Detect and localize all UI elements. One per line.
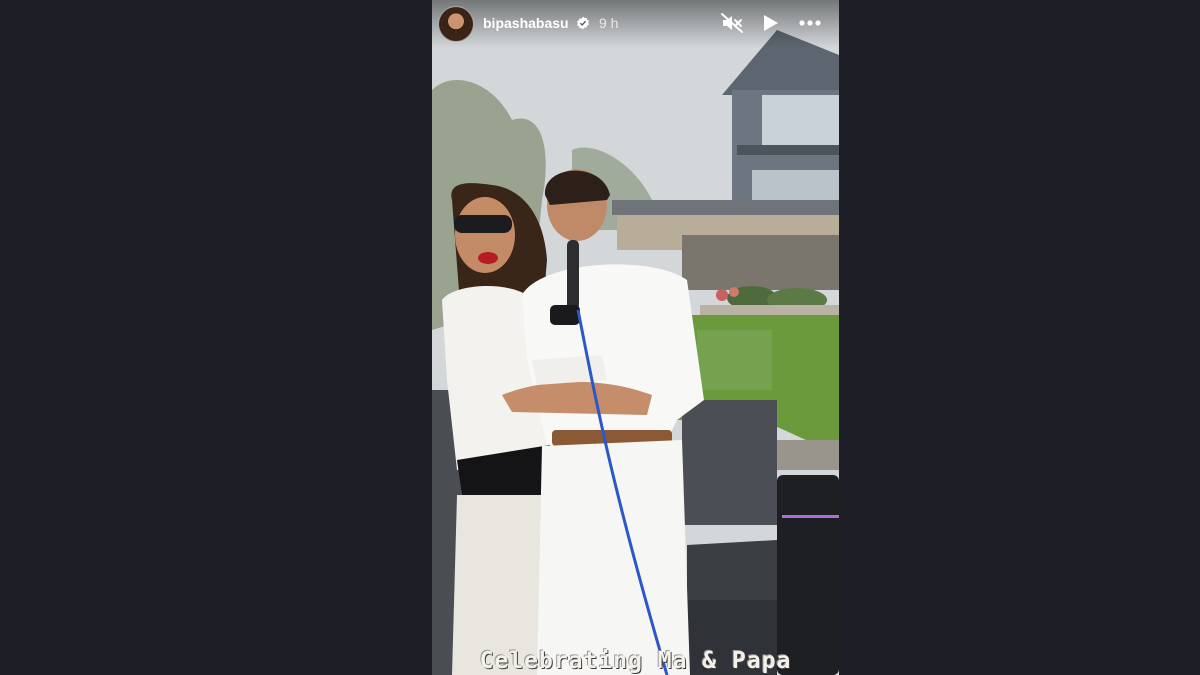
more-options-icon [799,20,821,26]
play-button[interactable] [758,11,782,35]
story-video-frame [432,0,839,675]
story-header: bipashabasu 9 h [432,0,839,48]
story-timestamp: 9 h [599,15,619,31]
right-backdrop [839,0,1200,675]
username-link[interactable]: bipashabasu [483,15,569,31]
more-options-button[interactable] [798,11,822,35]
mute-button[interactable] [720,11,744,35]
profile-avatar[interactable] [438,6,474,42]
play-icon [764,15,778,31]
left-backdrop [0,0,432,675]
speaker-muted-icon [721,13,743,33]
story-viewer[interactable]: bipashabasu 9 h Celebrating Ma & Papa [432,0,839,675]
verified-badge-icon [577,16,589,30]
story-caption: Celebrating Ma & Papa [479,648,792,674]
